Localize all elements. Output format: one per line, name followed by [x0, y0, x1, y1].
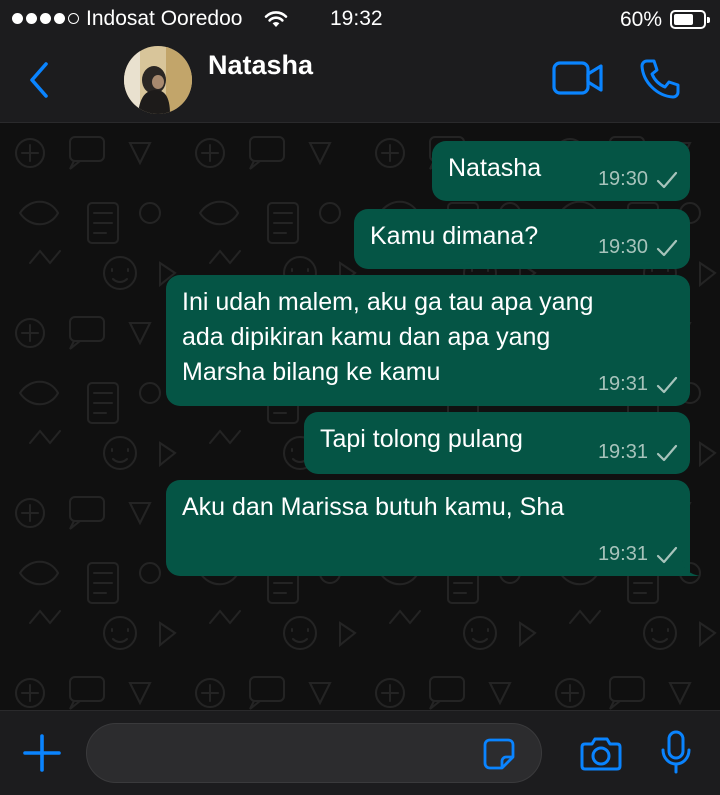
chat-header: Natasha [0, 40, 720, 123]
sent-check-icon [656, 239, 678, 256]
sent-check-icon [656, 376, 678, 393]
message-meta: 19:31 [598, 441, 678, 464]
message-time: 19:30 [597, 168, 648, 190]
message-time: 19:30 [597, 236, 648, 258]
message-bubble[interactable]: Kamu dimana? 19:30 [354, 209, 690, 269]
bubble-tail [682, 560, 700, 576]
message-time: 19:31 [597, 543, 648, 565]
plus-icon[interactable] [22, 733, 62, 778]
message-input-bar [0, 710, 720, 795]
message-meta: 19:30 [598, 168, 678, 191]
carrier-name: Indosat Ooredoo [86, 7, 243, 30]
contact-name[interactable]: Natasha [208, 50, 313, 81]
back-chevron-icon[interactable] [26, 60, 52, 105]
video-call-icon[interactable] [552, 60, 604, 101]
message-bubble[interactable]: Ini udah malem, aku ga tau apa yang ada … [166, 275, 690, 406]
message-bubble[interactable]: Tapi tolong pulang 19:31 [304, 412, 690, 474]
sent-check-icon [656, 546, 678, 563]
message-input[interactable] [86, 723, 542, 783]
sent-check-icon [656, 444, 678, 461]
battery-icon [670, 10, 710, 29]
microphone-icon[interactable] [660, 730, 692, 781]
message-time: 19:31 [597, 441, 648, 463]
message-meta: 19:30 [598, 236, 678, 259]
status-time: 19:32 [330, 7, 383, 30]
signal-strength-icon [12, 13, 79, 24]
contact-avatar[interactable] [124, 46, 192, 114]
phone-call-icon[interactable] [638, 57, 682, 106]
sent-check-icon [656, 171, 678, 188]
battery-percentage: 60% [620, 8, 663, 31]
camera-icon[interactable] [580, 735, 622, 776]
message-meta: 19:31 [598, 373, 678, 396]
message-meta: 19:31 [598, 543, 678, 566]
message-bubble[interactable]: Aku dan Marissa butuh kamu, Sha 19:31 [166, 480, 700, 576]
message-text: Aku dan Marissa butuh kamu, Sha [182, 493, 565, 521]
status-bar: Indosat Ooredoo 19:32 60% [0, 0, 720, 40]
message-bubble[interactable]: Natasha 19:30 [432, 141, 690, 201]
chat-area[interactable]: Natasha 19:30 Kamu dimana? 19:30 Ini uda… [0, 123, 720, 710]
sticker-icon[interactable] [482, 737, 516, 776]
message-time: 19:31 [597, 373, 648, 395]
wifi-icon [264, 9, 288, 34]
